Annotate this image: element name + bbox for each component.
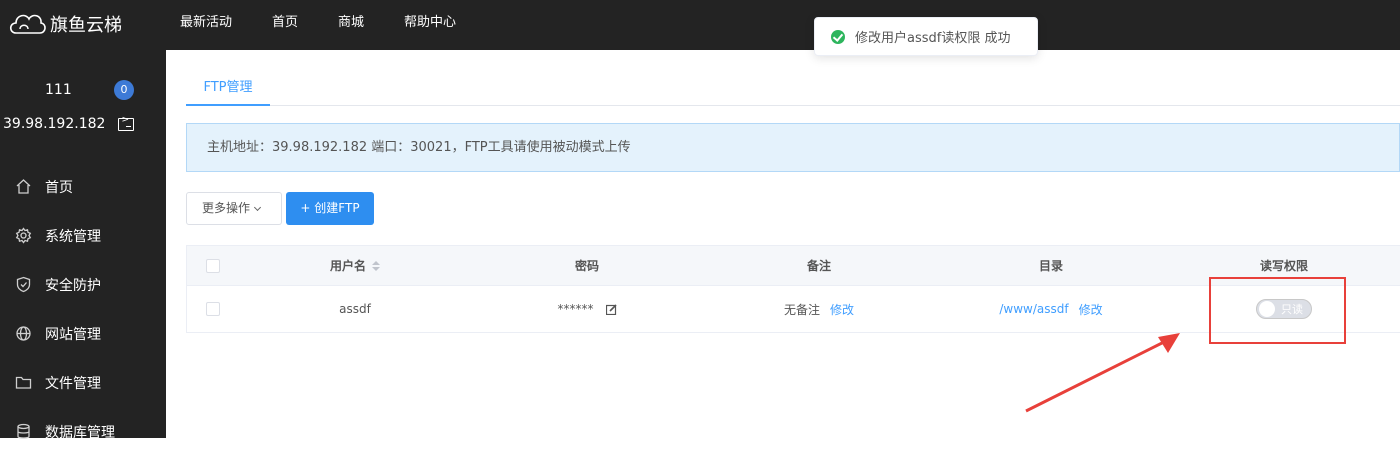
topnav-help[interactable]: 帮助中心 <box>404 0 456 50</box>
cloud-icon <box>9 14 46 34</box>
edit-directory-link[interactable]: 修改 <box>1079 301 1103 318</box>
shield-icon <box>16 276 31 293</box>
select-all-checkbox[interactable] <box>206 258 220 273</box>
annotation-arrow <box>1025 333 1180 413</box>
home-icon <box>16 179 31 194</box>
sidebar-menu: 首页 系统管理 安全防护 网站管理 文件管理 数据库管理 <box>0 162 166 456</box>
notification-badge[interactable]: 0 <box>114 80 134 100</box>
brand-name: 旗鱼云梯 <box>50 15 122 36</box>
edit-icon[interactable] <box>605 303 617 315</box>
sidebar-item-website[interactable]: 网站管理 <box>0 309 166 358</box>
topnav-shop[interactable]: 商城 <box>338 0 364 50</box>
tab-bar: FTP管理 <box>186 75 1400 106</box>
more-actions-label: 更多操作 <box>202 201 251 215</box>
sidebar-item-security[interactable]: 安全防护 <box>0 260 166 309</box>
header-remark: 备注 <box>806 259 831 273</box>
sidebar-item-label: 网站管理 <box>45 326 101 343</box>
create-ftp-button[interactable]: + 创建FTP <box>286 192 374 225</box>
success-toast: 修改用户assdf读权限 成功 <box>814 17 1038 56</box>
sidebar: 111 0 39.98.192.182 首页 系统管理 安全防护 网站管理 文件… <box>0 50 166 441</box>
topnav-activities[interactable]: 最新活动 <box>180 0 232 50</box>
sidebar-item-label: 文件管理 <box>45 375 101 392</box>
success-icon <box>831 29 845 44</box>
top-bar: 旗鱼云梯 最新活动 首页 商城 帮助中心 <box>0 0 1400 50</box>
cell-remark: 无备注 <box>783 302 820 317</box>
brand-logo[interactable]: 旗鱼云梯 <box>6 8 122 40</box>
folder-icon <box>15 376 32 389</box>
user-name: 111 <box>45 82 72 98</box>
header-directory: 目录 <box>1038 259 1063 273</box>
sidebar-item-database[interactable]: 数据库管理 <box>0 407 166 456</box>
sidebar-item-label: 数据库管理 <box>45 424 115 441</box>
sidebar-item-system[interactable]: 系统管理 <box>0 211 166 260</box>
sidebar-item-label: 系统管理 <box>45 228 101 245</box>
edit-remark-link[interactable]: 修改 <box>830 301 854 318</box>
sidebar-item-label: 首页 <box>45 179 73 196</box>
highlight-box <box>1209 277 1346 344</box>
cell-password: ****** <box>557 302 594 316</box>
host-notice: 主机地址：39.98.192.182 端口：30021，FTP工具请使用被动模式… <box>186 123 1400 172</box>
server-ip: 39.98.192.182 <box>3 115 135 132</box>
sidebar-item-files[interactable]: 文件管理 <box>0 358 166 407</box>
chevron-down-icon <box>253 203 262 212</box>
header-username[interactable]: 用户名 <box>239 246 471 285</box>
globe-icon <box>16 326 31 341</box>
cell-username: assdf <box>339 302 371 316</box>
sidebar-item-label: 安全防护 <box>45 277 101 294</box>
user-info: 111 0 <box>0 80 166 100</box>
top-nav: 最新活动 首页 商城 帮助中心 <box>180 0 496 50</box>
gear-icon <box>15 227 32 244</box>
main-content: FTP管理 主机地址：39.98.192.182 端口：30021，FTP工具请… <box>166 50 1400 438</box>
database-icon <box>17 423 30 439</box>
server-ip-text: 39.98.192.182 <box>3 116 106 132</box>
tab-ftp[interactable]: FTP管理 <box>186 75 270 106</box>
toast-message: 修改用户assdf读权限 成功 <box>855 31 1011 46</box>
directory-link[interactable]: /www/assdf <box>999 302 1068 316</box>
row-checkbox[interactable] <box>206 302 220 316</box>
topnav-home[interactable]: 首页 <box>272 0 298 50</box>
header-password: 密码 <box>574 259 599 273</box>
sidebar-item-home[interactable]: 首页 <box>0 162 166 211</box>
terminal-icon[interactable] <box>118 115 135 131</box>
more-actions-button[interactable]: 更多操作 <box>186 192 282 225</box>
sort-icon[interactable] <box>372 260 380 271</box>
